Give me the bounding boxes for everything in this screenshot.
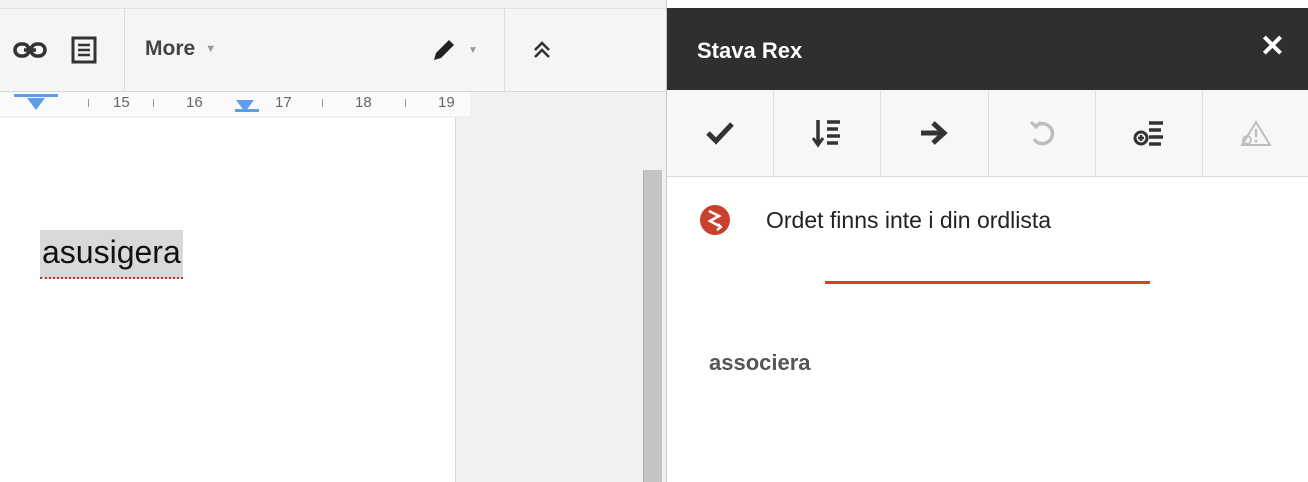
ruler-tick bbox=[405, 99, 406, 107]
arrow-right-icon bbox=[921, 121, 949, 145]
accept-button[interactable] bbox=[667, 90, 775, 176]
ruler: 15 16 17 18 19 bbox=[0, 92, 470, 116]
more-label: More bbox=[145, 37, 196, 60]
pen-chevron-down-icon: ▼ bbox=[468, 44, 478, 56]
link-icon[interactable] bbox=[10, 33, 50, 67]
close-icon[interactable]: ✕ bbox=[1260, 32, 1285, 62]
undo-icon bbox=[1029, 120, 1054, 146]
document-page[interactable]: asusigera bbox=[0, 118, 456, 482]
report-button[interactable] bbox=[1203, 90, 1308, 176]
document-area: More ▼ ▼ 15 16 17 18 19 asusigera bbox=[0, 0, 666, 482]
pen-icon[interactable]: ▼ bbox=[424, 33, 484, 67]
ruler-right-indent-marker[interactable] bbox=[236, 100, 254, 112]
next-button[interactable] bbox=[881, 90, 989, 176]
issue-divider bbox=[825, 281, 1150, 284]
check-icon bbox=[706, 122, 734, 145]
toolbar-separator bbox=[504, 9, 505, 91]
issue-row: Ordet finns inte i din ordlista bbox=[699, 204, 1051, 236]
ruler-tick bbox=[153, 99, 154, 107]
add-word-button[interactable] bbox=[1096, 90, 1203, 176]
ruler-label: 16 bbox=[186, 94, 203, 111]
ruler-tick bbox=[88, 99, 89, 107]
collapse-icon[interactable] bbox=[520, 33, 564, 67]
ruler-label: 18 bbox=[355, 94, 372, 111]
more-button[interactable]: More ▼ bbox=[145, 37, 216, 61]
misspelled-word[interactable]: asusigera bbox=[40, 230, 183, 279]
ruler-left-indent-marker[interactable] bbox=[27, 98, 45, 110]
docs-toolbar: More ▼ ▼ bbox=[0, 8, 666, 92]
ruler-indent-bar[interactable] bbox=[14, 94, 58, 97]
toolbar-separator bbox=[124, 9, 125, 91]
spell-error-icon bbox=[700, 205, 730, 235]
warning-icon bbox=[1240, 120, 1272, 146]
scrollbar[interactable] bbox=[643, 170, 662, 482]
ruler-label: 19 bbox=[438, 94, 455, 111]
chevron-down-icon: ▼ bbox=[205, 43, 217, 55]
stava-rex-sidebar: Stava Rex ✕ Ordet finns inte i din ordli… bbox=[666, 0, 1308, 482]
suggestion-item[interactable]: associera bbox=[709, 350, 811, 376]
sort-icon bbox=[812, 120, 841, 148]
ruler-label: 17 bbox=[275, 94, 292, 111]
add-word-icon bbox=[1133, 121, 1163, 146]
ruler-label: 15 bbox=[113, 94, 130, 111]
sidebar-header: Stava Rex ✕ bbox=[667, 8, 1308, 90]
undo-button[interactable] bbox=[989, 90, 1096, 176]
issue-message: Ordet finns inte i din ordlista bbox=[766, 206, 1052, 233]
sidebar-title: Stava Rex bbox=[697, 38, 803, 63]
sort-button[interactable] bbox=[774, 90, 882, 176]
comment-icon[interactable] bbox=[64, 33, 104, 67]
ruler-tick bbox=[322, 99, 323, 107]
sidebar-toolbar bbox=[667, 90, 1308, 177]
